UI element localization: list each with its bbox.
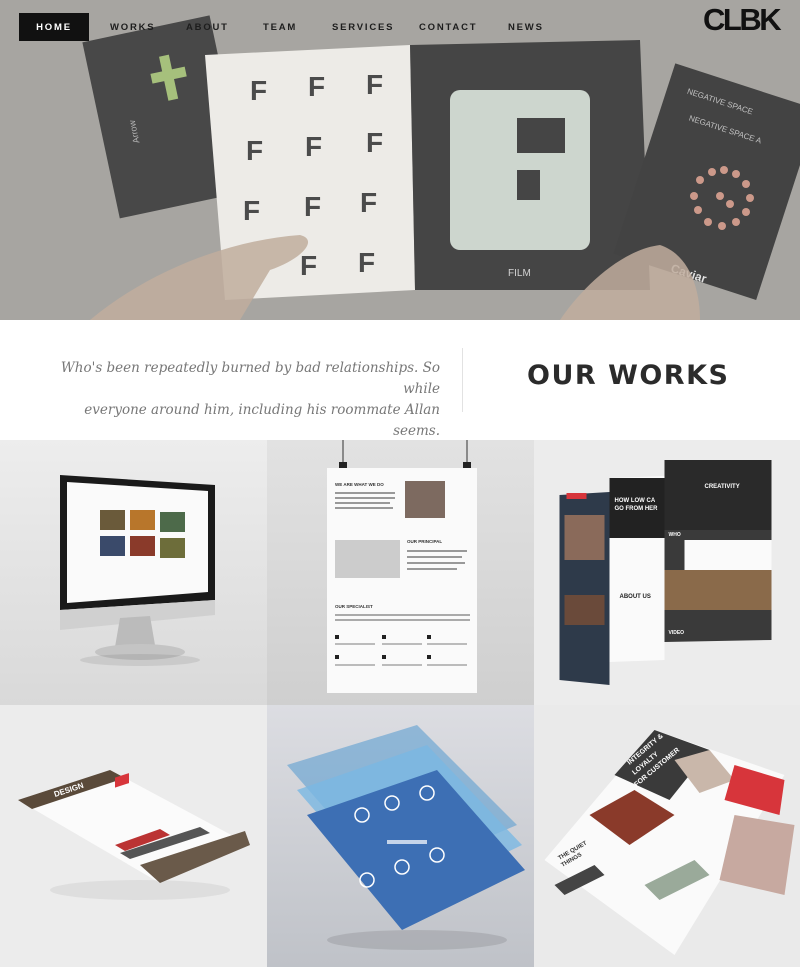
intro-quote-line-2: everyone around him, including his roomm…: [84, 402, 440, 439]
nav-about[interactable]: ABOUT: [186, 22, 229, 33]
magazine-mockup: INTEGRITY & LOYALTY FOR CUSTOMER THE QUI…: [544, 730, 795, 955]
mobile-mockup: HOW LOW CA GO FROM HER ABOUT US CREATIVI…: [559, 460, 772, 685]
work-tile-glass-app[interactable]: [267, 705, 534, 967]
intro-quote: Who's been repeatedly burned by bad rela…: [50, 358, 440, 442]
section-title: OUR WORKS: [527, 360, 730, 391]
work-tile-tablet[interactable]: DESIGN: [0, 705, 267, 967]
glass-app-mockup: [287, 725, 525, 950]
nav-services[interactable]: SERVICES: [332, 22, 394, 33]
tablet-mockup: DESIGN: [18, 770, 250, 900]
poster-heading-3: OUR SPECIALIST: [335, 604, 373, 609]
poster-mockup: WE ARE WHAT WE DO OUR PRINCIPAL OUR SPEC…: [327, 440, 477, 693]
work-tile-mobile[interactable]: HOW LOW CA GO FROM HER ABOUT US CREATIVI…: [534, 440, 800, 705]
nav-contact[interactable]: CONTACT: [419, 22, 477, 33]
nav-home[interactable]: HOME: [19, 13, 89, 41]
mobile-who-label: WHO: [669, 532, 681, 538]
poster-heading-2: OUR PRINCIPAL: [407, 539, 442, 544]
work-tile-monitor[interactable]: [0, 440, 267, 705]
hero-banner: Arrow FFF FFF FFF FF FILM NEGATIVE SPACE…: [0, 0, 800, 320]
mobile-video-label: VIDEO: [669, 630, 685, 636]
monitor-mockup: [60, 475, 215, 666]
nav-news[interactable]: NEWS: [508, 22, 544, 33]
work-tile-magazine[interactable]: INTEGRITY & LOYALTY FOR CUSTOMER THE QUI…: [534, 705, 800, 967]
hero-overlay: [0, 0, 800, 320]
mobile-about-label: ABOUT US: [620, 594, 651, 600]
mobile-how-label: HOW LOW CA: [615, 498, 656, 504]
intro-quote-line-1: Who's been repeatedly burned by bad rela…: [60, 360, 440, 397]
nav-team[interactable]: TEAM: [263, 22, 297, 33]
poster-heading-1: WE ARE WHAT WE DO: [335, 482, 384, 487]
main-nav: HOME WORKS ABOUT TEAM SERVICES CONTACT N…: [19, 13, 800, 41]
works-grid: WE ARE WHAT WE DO OUR PRINCIPAL OUR SPEC…: [0, 440, 800, 967]
mobile-creativity-label: CREATIVITY: [705, 484, 740, 490]
intro-divider: [462, 348, 463, 412]
works-intro: Who's been repeatedly burned by bad rela…: [0, 320, 800, 440]
work-tile-poster[interactable]: WE ARE WHAT WE DO OUR PRINCIPAL OUR SPEC…: [267, 440, 534, 705]
nav-works[interactable]: WORKS: [110, 22, 155, 33]
mobile-go-label: GO FROM HER: [615, 506, 659, 512]
